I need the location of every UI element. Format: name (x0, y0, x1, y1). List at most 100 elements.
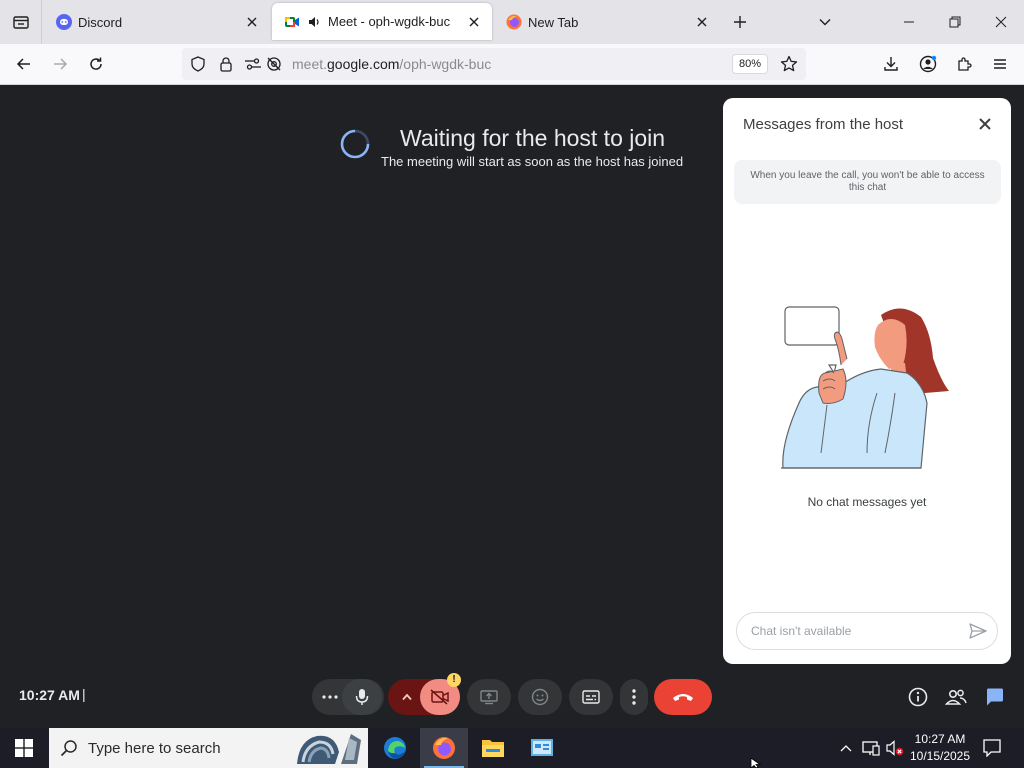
present-screen-button[interactable] (467, 679, 511, 715)
reload-icon (90, 57, 102, 70)
lock-icon[interactable] (218, 56, 234, 77)
empty-state-text: No chat messages yet (807, 495, 927, 509)
restore-button[interactable] (932, 0, 978, 44)
meeting-clock: 10:27 AM (19, 687, 80, 703)
tab-bar: Discord Meet - oph-wgdk-buc New Tab (0, 0, 1024, 44)
taskbar-date: 10/15/2025 (909, 749, 971, 763)
close-window-button[interactable] (978, 0, 1024, 44)
url-text[interactable]: meet.google.com/oph-wgdk-buc (292, 56, 491, 72)
forward-button[interactable] (44, 48, 76, 80)
edge-icon (384, 737, 406, 759)
taskbar-search-box[interactable]: Type here to search (49, 728, 368, 768)
control-panel-icon (531, 739, 553, 756)
tracking-protection-shield-icon[interactable] (190, 56, 206, 77)
chat-input[interactable]: Chat isn't available (736, 612, 998, 650)
video-options-button[interactable] (392, 679, 422, 715)
notifications-button[interactable] (978, 728, 1006, 768)
restore-icon (949, 16, 961, 28)
url-subdomain: meet. (292, 56, 328, 72)
start-button[interactable] (0, 728, 48, 768)
close-tab-icon[interactable] (694, 14, 710, 30)
arrow-right-icon (54, 58, 68, 70)
taskbar-time: 10:27 AM (914, 732, 966, 746)
google-meet-icon (284, 14, 300, 30)
taskbar-edge[interactable] (371, 728, 419, 768)
hamburger-menu-icon (994, 59, 1006, 69)
new-tab-button[interactable] (718, 0, 762, 44)
tab-new-tab[interactable]: New Tab (494, 0, 720, 44)
people-button[interactable] (944, 685, 968, 709)
minimize-icon (904, 21, 914, 23)
clock-separator: | (82, 686, 86, 702)
tab-list-button[interactable] (0, 0, 42, 44)
tab-list-icon (12, 16, 29, 29)
waiting-title: Waiting for the host to join (400, 125, 666, 151)
leave-call-button[interactable] (654, 679, 712, 715)
tab-discord[interactable]: Discord (44, 0, 270, 44)
more-horizontal-icon (322, 695, 338, 699)
meeting-details-button[interactable] (906, 685, 930, 709)
messages-panel: Messages from the host When you leave th… (723, 98, 1011, 664)
chat-icon (987, 688, 1003, 706)
captions-button[interactable] (569, 679, 613, 715)
close-tab-icon[interactable] (466, 14, 482, 30)
more-options-button[interactable] (620, 679, 648, 715)
menu-button[interactable] (984, 48, 1016, 80)
hang-up-icon (673, 694, 693, 701)
speaker-icon[interactable] (306, 14, 322, 30)
bookmark-star-icon[interactable] (780, 55, 798, 78)
list-all-tabs-button[interactable] (803, 0, 847, 44)
tab-label: New Tab (528, 14, 579, 30)
more-vertical-icon (632, 689, 636, 705)
search-placeholder: Type here to search (88, 739, 221, 757)
waiting-subtitle: The meeting will start as soon as the ho… (381, 154, 684, 169)
camera-blocked-icon[interactable] (266, 56, 282, 77)
address-bar[interactable]: meet.google.com/oph-wgdk-buc 80% (182, 48, 806, 80)
file-explorer-icon (482, 740, 504, 757)
emoji-icon (531, 688, 549, 706)
plus-icon (734, 16, 746, 28)
tab-label: Meet - oph-wgdk-buc (328, 14, 451, 29)
reactions-button[interactable] (518, 679, 562, 715)
minimize-button[interactable] (886, 0, 932, 44)
taskbar-control-panel[interactable] (518, 728, 566, 768)
chevron-up-icon (402, 693, 412, 701)
chevron-down-icon (819, 19, 831, 26)
url-path: /oph-wgdk-buc (399, 56, 492, 72)
back-button[interactable] (8, 48, 40, 80)
downloads-button[interactable] (875, 48, 907, 80)
chat-notice: When you leave the call, you won't be ab… (734, 160, 1001, 204)
captions-icon (582, 690, 600, 704)
zoom-indicator[interactable]: 80% (732, 54, 769, 74)
download-icon (884, 57, 898, 71)
windows-logo-icon (15, 739, 33, 757)
permissions-icon[interactable] (244, 56, 262, 77)
chat-button[interactable] (983, 685, 1007, 709)
taskbar-clock[interactable]: 10:27 AM 10/15/2025 (908, 731, 972, 765)
microphone-icon (355, 689, 369, 705)
taskbar-file-explorer[interactable] (469, 728, 517, 768)
send-message-button[interactable] (967, 620, 989, 642)
show-hidden-icons-button[interactable] (836, 728, 856, 768)
close-tab-icon[interactable] (244, 14, 260, 30)
taskbar-firefox[interactable] (420, 728, 468, 768)
people-icon (945, 689, 967, 705)
volume-muted-icon (886, 740, 904, 756)
microphone-button[interactable] (342, 679, 382, 715)
present-screen-icon (480, 690, 498, 705)
close-panel-button[interactable] (973, 112, 997, 136)
extensions-button[interactable] (948, 48, 980, 80)
discord-icon (56, 14, 72, 30)
arrow-left-icon (16, 58, 30, 70)
volume-tray-button[interactable] (884, 728, 906, 768)
empty-chat-illustration (781, 306, 949, 469)
firefox-icon (506, 14, 522, 30)
loading-spinner-icon (340, 129, 370, 159)
network-tray-button[interactable] (860, 728, 882, 768)
search-highlight-icon (297, 734, 361, 764)
network-icon (862, 741, 880, 756)
tab-meet[interactable]: Meet - oph-wgdk-buc (272, 3, 492, 40)
close-icon (979, 118, 991, 130)
account-button[interactable] (912, 48, 944, 80)
reload-button[interactable] (80, 48, 112, 80)
